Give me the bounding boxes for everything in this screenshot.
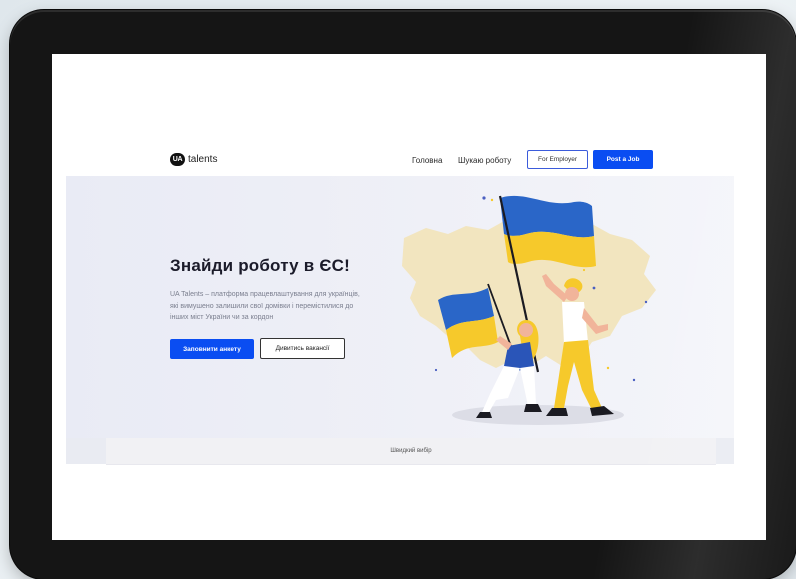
- hero-description: UA Talents – платформа працевлаштування …: [170, 291, 360, 321]
- quick-select-label: Швидкий вибір: [390, 448, 432, 454]
- flag-large-blue: [500, 195, 594, 238]
- view-vacancies-button[interactable]: Дивитись вакансії: [260, 338, 345, 359]
- hero-section: Знайди роботу в ЄС! UA Talents – платфор…: [66, 176, 734, 438]
- post-job-button[interactable]: Post a Job: [593, 150, 653, 169]
- site-header: UA talents Головна Шукаю роботу For Empl…: [52, 54, 766, 176]
- quick-select-band-right: [716, 438, 734, 464]
- nav-link-home[interactable]: Головна: [412, 156, 442, 165]
- hero-title: Знайди роботу в ЄС!: [170, 256, 350, 275]
- browser-viewport: UA talents Головна Шукаю роботу For Empl…: [52, 54, 766, 540]
- for-employer-button[interactable]: For Employer: [527, 150, 588, 169]
- fill-form-button[interactable]: Заповнити анкету: [170, 339, 254, 359]
- quick-select-bar: Швидкий вибір: [106, 438, 716, 465]
- quick-select-band-left: [66, 438, 106, 464]
- logo-text: talents: [188, 154, 218, 165]
- logo-badge: UA: [170, 153, 185, 166]
- hero-illustration: [402, 195, 656, 425]
- nav-link-find-job[interactable]: Шукаю роботу: [458, 156, 511, 165]
- tablet-frame: UA talents Головна Шукаю роботу For Empl…: [10, 10, 796, 579]
- logo[interactable]: UA talents: [170, 153, 217, 166]
